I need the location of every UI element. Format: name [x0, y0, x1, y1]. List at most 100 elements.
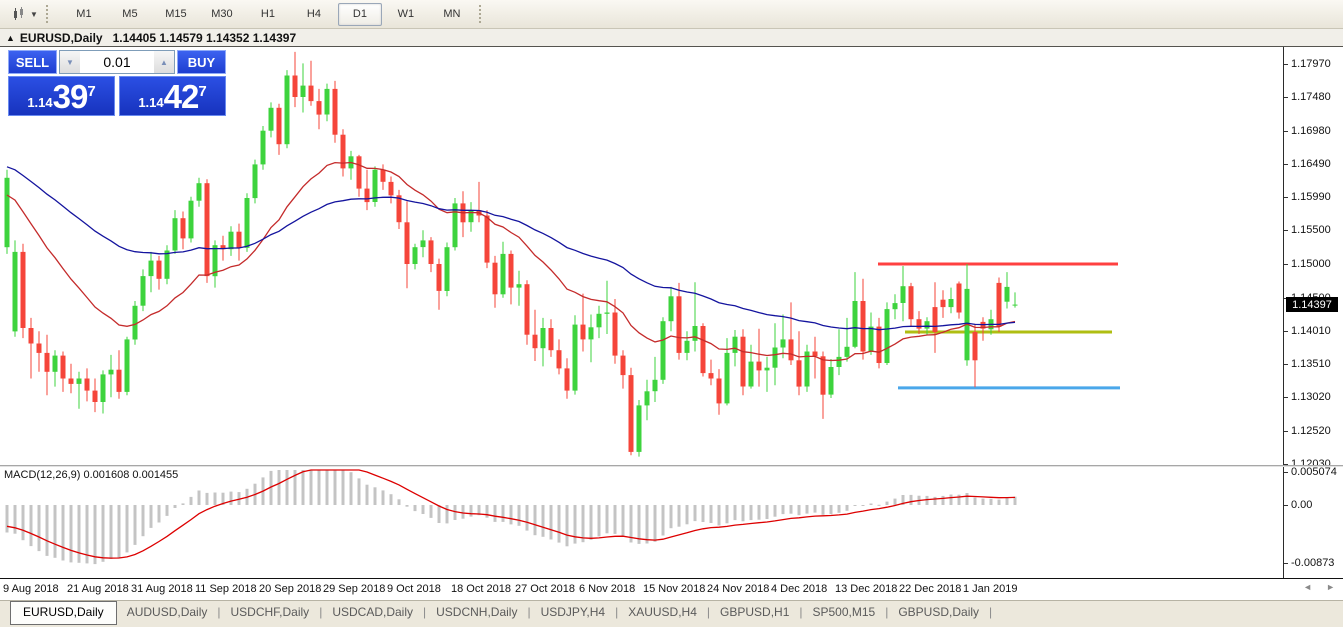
candle — [389, 177, 394, 204]
chart-plot-area[interactable]: SELL ▼ 0.01 ▲ BUY 1.14397 1.14427 MACD(1… — [0, 47, 1283, 578]
chart-canvas[interactable] — [0, 47, 1283, 578]
candle — [581, 294, 586, 352]
candle — [677, 283, 682, 360]
candle — [85, 368, 90, 401]
chart-tab-usdcnh-daily[interactable]: USDCNH,Daily — [426, 601, 527, 623]
candle — [645, 380, 650, 420]
candle — [149, 252, 154, 292]
candle — [293, 52, 298, 107]
candle — [853, 272, 858, 348]
candle — [5, 170, 10, 254]
chart-tab-bar: EURUSD,DailyAUDUSD,Daily|USDCHF,Daily|US… — [0, 600, 1343, 627]
timeframes-dropdown-caret[interactable]: ▼ — [30, 10, 38, 19]
candle — [213, 240, 218, 287]
timeframe-button-d1[interactable]: D1 — [338, 3, 382, 26]
macd-histogram — [6, 470, 1017, 564]
price-axis-label: 1.15990 — [1284, 190, 1343, 204]
candle — [189, 197, 194, 243]
scroll-right-icon[interactable]: ► — [1326, 582, 1335, 592]
toolbar-grip[interactable] — [46, 5, 53, 23]
chart-tab-eurusd-daily[interactable]: EURUSD,Daily — [10, 601, 117, 625]
chart-tab-usdchf-daily[interactable]: USDCHF,Daily — [221, 601, 320, 623]
pane-splitter[interactable] — [0, 465, 1343, 467]
lot-decrease-button[interactable]: ▼ — [60, 51, 80, 73]
trade-panel-toggle-icon[interactable]: ▲ — [6, 33, 15, 43]
sell-button[interactable]: SELL — [8, 50, 57, 74]
candle — [861, 279, 866, 360]
price-axis-label: 1.12520 — [1284, 424, 1343, 438]
candle — [397, 190, 402, 229]
timeframe-button-mn[interactable]: MN — [430, 3, 474, 26]
candle — [701, 323, 706, 376]
candle — [789, 302, 794, 365]
candle — [197, 178, 202, 207]
timeframe-button-m15[interactable]: M15 — [154, 3, 198, 26]
date-axis-label: 11 Sep 2018 — [195, 583, 257, 595]
scroll-left-icon[interactable]: ◄ — [1303, 582, 1312, 592]
candle — [477, 182, 482, 222]
chart-tab-xauusd-h4[interactable]: XAUUSD,H4 — [618, 601, 707, 623]
candle — [413, 244, 418, 270]
sell-quote-button[interactable]: 1.14397 — [8, 76, 115, 116]
timeframe-button-w1[interactable]: W1 — [384, 3, 428, 26]
candle — [45, 335, 50, 396]
candle — [445, 243, 450, 297]
buy-quote-whole: 1.14 — [138, 93, 163, 113]
candle — [685, 331, 690, 360]
timeframe-button-h4[interactable]: H4 — [292, 3, 336, 26]
date-axis-label: 9 Aug 2018 — [3, 583, 59, 595]
date-axis-label: 9 Oct 2018 — [387, 583, 441, 595]
candle — [781, 315, 786, 359]
candle — [365, 170, 370, 210]
candle — [381, 164, 386, 190]
timeframes-chart-icon[interactable] — [8, 4, 30, 24]
lot-increase-button[interactable]: ▲ — [154, 51, 174, 73]
chart-tab-usdjpy-h4[interactable]: USDJPY,H4 — [531, 601, 615, 623]
chart-caption: ▲ EURUSD,Daily 1.14405 1.14579 1.14352 1… — [0, 29, 1343, 47]
candle — [141, 269, 146, 311]
candle — [21, 244, 26, 338]
toolbar-grip-right[interactable] — [479, 5, 486, 23]
lot-size-value[interactable]: 0.01 — [80, 51, 154, 73]
timeframe-button-h1[interactable]: H1 — [246, 3, 290, 26]
candle — [205, 179, 210, 283]
lot-size-stepper: ▼ 0.01 ▲ — [59, 50, 175, 74]
candle — [373, 166, 378, 206]
chart-tab-sp500-m15[interactable]: SP500,M15 — [803, 601, 886, 623]
candle — [309, 61, 314, 106]
chart-tab-audusd-daily[interactable]: AUDUSD,Daily — [117, 601, 218, 623]
timeframe-toolbar: ▼ M1M5M15M30H1H4D1W1MN — [0, 0, 1343, 29]
timeframe-button-m30[interactable]: M30 — [200, 3, 244, 26]
candle — [933, 282, 938, 353]
candle — [109, 355, 114, 397]
tab-separator: | — [989, 601, 992, 623]
chart-tab-usdcad-daily[interactable]: USDCAD,Daily — [322, 601, 423, 623]
candle — [317, 89, 322, 129]
price-axis[interactable]: 1.179701.174801.169801.164901.159901.155… — [1283, 47, 1343, 578]
date-axis[interactable]: ◄ ► 9 Aug 201821 Aug 201831 Aug 201811 S… — [0, 578, 1343, 600]
candle — [821, 352, 826, 419]
candle — [301, 63, 306, 112]
macd-axis-label: 0.00 — [1284, 498, 1343, 512]
buy-button[interactable]: BUY — [177, 50, 226, 74]
chart-tab-gbpusd-daily[interactable]: GBPUSD,Daily — [888, 601, 989, 623]
chart-tab-gbpusd-h1[interactable]: GBPUSD,H1 — [710, 601, 799, 623]
sell-quote-sup: 7 — [87, 83, 95, 100]
timeframe-button-m5[interactable]: M5 — [108, 3, 152, 26]
candle — [181, 212, 186, 250]
date-axis-label: 6 Nov 2018 — [579, 583, 635, 595]
candle — [13, 240, 18, 336]
candle — [325, 84, 330, 122]
candle — [101, 370, 106, 413]
date-axis-label: 15 Nov 2018 — [643, 583, 705, 595]
chart-ohlc-values: 1.14405 1.14579 1.14352 1.14397 — [113, 31, 297, 45]
candle — [469, 202, 474, 232]
date-axis-label: 21 Aug 2018 — [67, 583, 129, 595]
candle — [621, 350, 626, 388]
timeframe-button-m1[interactable]: M1 — [62, 3, 106, 26]
candle — [981, 317, 986, 341]
price-axis-label: 1.16980 — [1284, 124, 1343, 138]
candle — [541, 318, 546, 367]
buy-quote-button[interactable]: 1.14427 — [119, 76, 226, 116]
candle — [173, 210, 178, 254]
